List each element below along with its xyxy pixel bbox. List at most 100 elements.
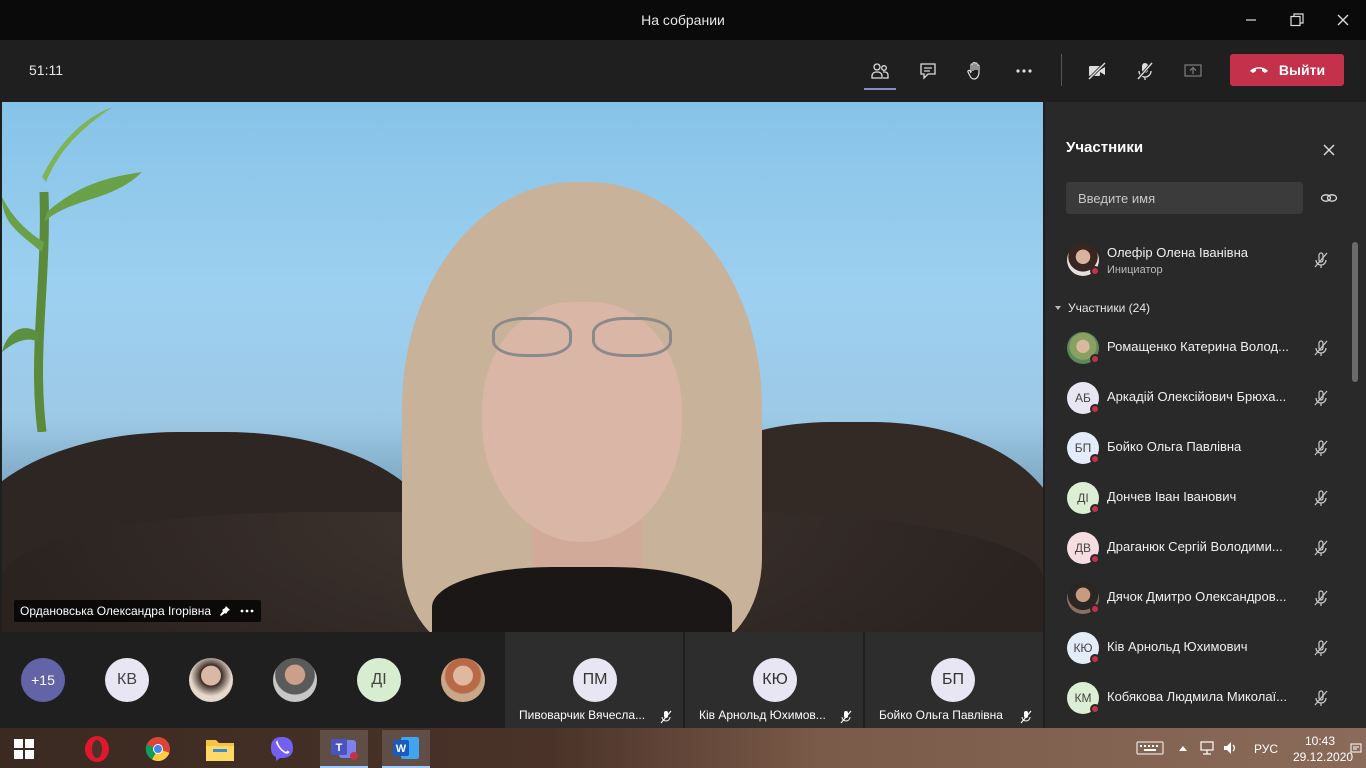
leave-label: Выйти: [1278, 62, 1326, 78]
participant-avatar-photo-1[interactable]: [189, 658, 233, 702]
svg-text:W: W: [396, 743, 407, 755]
tile-name: Ків Арнольд Юхимов...: [699, 708, 826, 722]
input-language[interactable]: РУС: [1254, 742, 1278, 756]
mic-off-icon: [1020, 710, 1032, 724]
clock-date[interactable]: 29.12.2020: [1293, 750, 1353, 764]
status-dot: [1090, 454, 1100, 464]
overflow-count-button[interactable]: +15: [21, 658, 65, 702]
opera-icon: [85, 736, 109, 762]
participant-row[interactable]: Дячок Дмитро Олександров...: [1045, 573, 1345, 623]
keyboard-icon[interactable]: [1136, 741, 1164, 755]
participant-search-input[interactable]: [1066, 182, 1303, 214]
clock-time[interactable]: 10:43: [1305, 734, 1335, 748]
participant-avatar-kv[interactable]: КВ: [105, 658, 149, 702]
chrome-taskbar-button[interactable]: [134, 730, 182, 768]
participant-name: Дячок Дмитро Олександров...: [1107, 589, 1287, 604]
participants-section-header[interactable]: Участники (24): [1054, 301, 1150, 315]
status-dot: [1090, 604, 1100, 614]
participant-row[interactable]: Ромащенко Катерина Волод...: [1045, 323, 1345, 373]
word-taskbar-button[interactable]: W: [382, 730, 430, 768]
mic-off-icon: [1314, 590, 1328, 606]
more-actions-button[interactable]: [1008, 55, 1040, 87]
organizer-role: Инициатор: [1107, 264, 1163, 276]
participant-row[interactable]: ДІ Дончев Іван Іванович: [1045, 473, 1345, 523]
hang-up-icon: [1249, 67, 1268, 73]
windows-logo-icon: [14, 739, 34, 759]
leave-button[interactable]: Выйти: [1230, 54, 1344, 86]
chevron-up-icon[interactable]: [1178, 744, 1188, 752]
participant-tile[interactable]: КЮ Ків Арнольд Юхимов...: [685, 632, 863, 728]
close-panel-icon[interactable]: [1321, 142, 1337, 158]
hand-icon: [967, 61, 980, 80]
participant-avatar-di[interactable]: ДІ: [357, 658, 401, 702]
network-icon[interactable]: [1199, 740, 1215, 756]
panel-scrollbar[interactable]: [1352, 242, 1358, 382]
file-explorer-taskbar-button[interactable]: [196, 730, 244, 768]
section-label: Участники (24): [1068, 301, 1151, 315]
teams-taskbar-button[interactable]: T: [320, 730, 368, 768]
chat-button[interactable]: [912, 55, 944, 87]
presenter-name: Ордановська Олександра Ігорівна: [20, 604, 212, 618]
tile-avatar: КЮ: [753, 658, 797, 702]
tile-name: Пивоварчик Вячесла...: [519, 708, 646, 722]
share-link-icon[interactable]: [1320, 190, 1338, 206]
mic-off-icon: [1314, 540, 1328, 556]
glasses-right: [592, 317, 672, 357]
mic-off-icon: [1314, 340, 1328, 356]
glasses-left: [492, 317, 572, 357]
mic-off-icon: [1314, 390, 1328, 406]
participant-row[interactable]: КЮ Ків Арнольд Юхимович: [1045, 623, 1345, 673]
participant-row[interactable]: КМ Кобякова Людмила Миколаї...: [1045, 673, 1345, 723]
chrome-icon: [145, 737, 170, 761]
volume-icon[interactable]: [1222, 740, 1238, 756]
status-dot: [1090, 266, 1100, 276]
organizer-row[interactable]: Олефір Олена Іванівна Инициатор: [1045, 235, 1345, 285]
participant-tile[interactable]: БП Бойко Ольга Павлівна: [865, 632, 1043, 728]
start-button[interactable]: [0, 730, 48, 768]
window-controls: [1228, 0, 1366, 40]
svg-text:T: T: [336, 742, 343, 754]
participant-row[interactable]: АБ Аркадій Олексійович Брюха...: [1045, 373, 1345, 423]
more-options-icon[interactable]: [239, 605, 255, 617]
organizer-name: Олефір Олена Іванівна: [1107, 245, 1248, 260]
participants-panel: Участники Олефір Олена Іванівна Инициато…: [1045, 102, 1366, 728]
main-video-feed: Ордановська Олександра Ігорівна: [2, 102, 1043, 632]
participant-name: Ромащенко Катерина Волод...: [1107, 339, 1289, 354]
tile-avatar: БП: [931, 658, 975, 702]
participant-name: Аркадій Олексійович Брюха...: [1107, 389, 1287, 404]
mic-off-icon: [1314, 640, 1328, 656]
tile-name: Бойко Ольга Павлівна: [879, 708, 1003, 722]
window-titlebar: На собрании: [0, 0, 1366, 40]
participant-name: Ків Арнольд Юхимович: [1107, 639, 1248, 654]
participants-button[interactable]: [864, 55, 896, 87]
mic-off-icon: [1314, 252, 1328, 268]
pin-icon: [220, 606, 231, 616]
close-window-button[interactable]: [1320, 0, 1366, 40]
viber-icon: [271, 737, 293, 761]
mic-off-icon: [1136, 62, 1154, 80]
participant-tile[interactable]: ПМ Пивоварчик Вячесла...: [505, 632, 683, 728]
person-body: [432, 567, 732, 632]
notifications-icon[interactable]: [1350, 743, 1362, 755]
maximize-button[interactable]: [1274, 0, 1320, 40]
participant-row[interactable]: ДВ Драганюк Сергій Володими...: [1045, 523, 1345, 573]
participant-avatar-photo-2[interactable]: [273, 658, 317, 702]
close-icon: [1337, 14, 1349, 26]
mic-off-icon: [1314, 690, 1328, 706]
opera-taskbar-button[interactable]: [73, 730, 121, 768]
mic-toggle-button[interactable]: [1129, 55, 1161, 87]
mic-off-icon: [1314, 440, 1328, 456]
meeting-toolbar: 51:11 Выйти: [0, 40, 1366, 102]
share-screen-button[interactable]: [1177, 55, 1209, 87]
tile-avatar: ПМ: [573, 658, 617, 702]
viber-taskbar-button[interactable]: [258, 730, 306, 768]
participant-row[interactable]: БП Бойко Ольга Павлівна: [1045, 423, 1345, 473]
chat-icon: [920, 63, 936, 80]
participant-avatar-photo-3[interactable]: [441, 658, 485, 702]
minimize-button[interactable]: [1228, 0, 1274, 40]
window-title: На собрании: [641, 12, 725, 28]
toolbar-divider: [1061, 54, 1062, 86]
camera-toggle-button[interactable]: [1081, 55, 1113, 87]
mic-off-icon: [660, 710, 672, 724]
raise-hand-button[interactable]: [959, 55, 991, 87]
